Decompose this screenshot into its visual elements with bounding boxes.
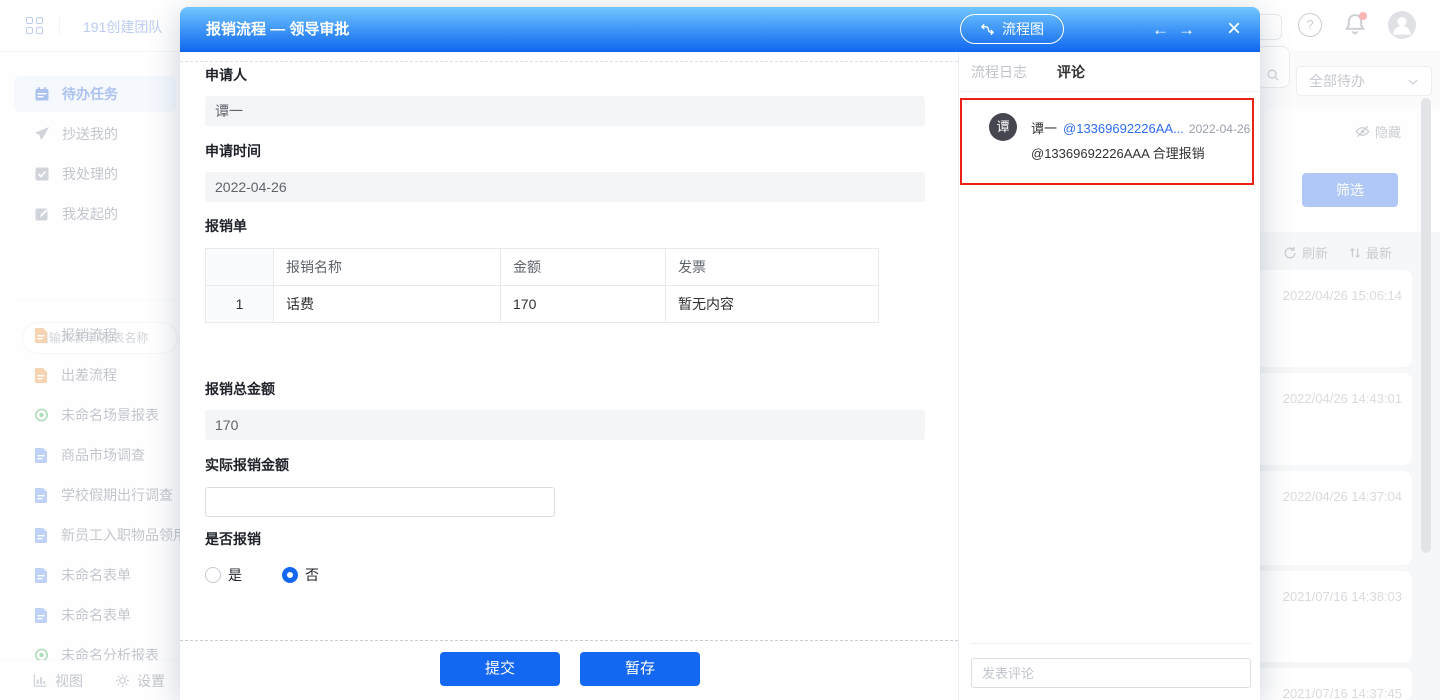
form-top-divider (180, 61, 958, 62)
tabs-divider (959, 91, 1261, 92)
screen: 191创建团队 ? 待办任务 抄送我的 我处理的 我发起的 (0, 0, 1440, 700)
total-amount-label: 报销总金额 (205, 379, 275, 399)
comment-input-divider (971, 643, 1251, 644)
comment-avatar: 谭 (989, 113, 1017, 141)
radio-no[interactable] (282, 567, 298, 583)
cell-invoice: 暂无内容 (666, 286, 879, 323)
header-index (206, 249, 274, 286)
flowchart-button[interactable]: 流程图 (960, 14, 1064, 44)
modal-header: 报销流程 — 领导审批 流程图 ← → × (180, 7, 1260, 52)
cell-expense-name: 话费 (274, 286, 501, 323)
total-amount-field: 170 (205, 410, 925, 440)
comment-mention-link[interactable]: @13369692226AA... (1063, 121, 1184, 136)
expense-table-header-row: 报销名称 金额 发票 (206, 249, 879, 286)
comment-author: 谭一 (1031, 118, 1057, 137)
form-bottom-divider (180, 640, 958, 641)
flowchart-icon (980, 22, 995, 37)
save-draft-button[interactable]: 暂存 (580, 652, 700, 686)
flowchart-label: 流程图 (1002, 19, 1044, 39)
apply-time-label: 申请时间 (205, 141, 261, 161)
expense-table-label: 报销单 (205, 216, 247, 236)
submit-button[interactable]: 提交 (440, 652, 560, 686)
approval-modal: 报销流程 — 领导审批 流程图 ← → × 申请人 谭一 申请时间 2022-0… (180, 7, 1260, 700)
comment-input[interactable] (971, 658, 1251, 688)
radio-yes-label[interactable]: 是 (228, 565, 242, 585)
approval-form: 申请人 谭一 申请时间 2022-04-26 报销单 报销名称 金额 发票 1 … (180, 52, 958, 700)
actual-amount-label: 实际报销金额 (205, 455, 289, 475)
tab-comments[interactable]: 评论 (1057, 62, 1085, 82)
header-amount: 金额 (501, 249, 666, 286)
header-invoice: 发票 (666, 249, 879, 286)
comment-body: @13369692226AAA 合理报销 (1031, 143, 1205, 162)
apply-time-field: 2022-04-26 (205, 172, 925, 202)
comment-item-highlighted: 谭 谭一 @13369692226AA... 2022-04-26 15:38:… (960, 98, 1254, 185)
comment-timestamp: 2022-04-26 15:38:56 (1189, 122, 1253, 136)
table-row: 1 话费 170 暂无内容 (206, 286, 879, 323)
cell-amount: 170 (501, 286, 666, 323)
reimburse-radio-group: 是 否 (205, 565, 345, 585)
tab-process-log[interactable]: 流程日志 (971, 62, 1027, 82)
applicant-field: 谭一 (205, 96, 925, 126)
close-icon[interactable]: × (1220, 7, 1248, 52)
actual-amount-input[interactable] (205, 487, 555, 517)
reimburse-label: 是否报销 (205, 529, 261, 549)
prev-arrow-icon[interactable]: ← (1152, 20, 1169, 40)
next-arrow-icon[interactable]: → (1178, 20, 1195, 40)
radio-yes[interactable] (205, 567, 221, 583)
cell-index: 1 (206, 286, 274, 323)
comment-panel: 流程日志 评论 谭 谭一 @13369692226AA... 2022-04-2… (958, 52, 1260, 700)
applicant-label: 申请人 (205, 65, 247, 85)
header-expense-name: 报销名称 (274, 249, 501, 286)
expense-table: 报销名称 金额 发票 1 话费 170 暂无内容 (205, 248, 879, 323)
modal-title: 报销流程 — 领导审批 (206, 7, 349, 52)
radio-no-label[interactable]: 否 (305, 565, 319, 585)
